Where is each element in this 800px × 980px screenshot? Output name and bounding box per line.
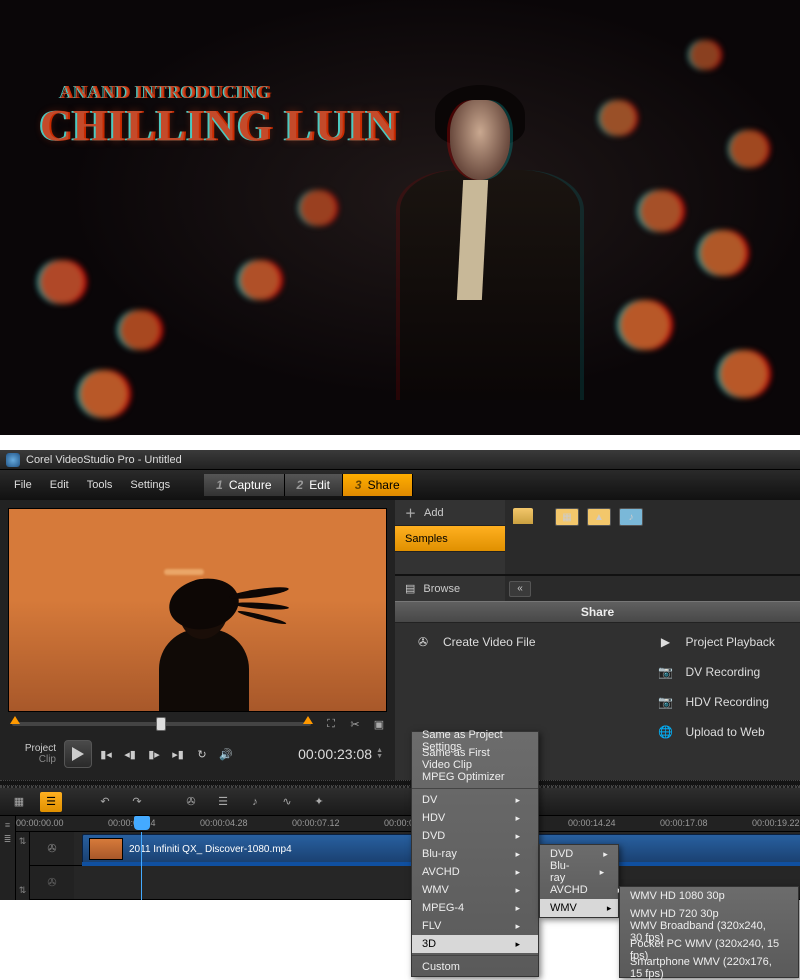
preview-panel: ⛶ ✂ ▣ Project Clip ▮◂ ◂▮ ▮▸ ▸▮ ↻ 🔊 00:00…	[0, 500, 395, 780]
create-video-menu: Same as Project Settings Same as First V…	[411, 731, 539, 977]
scrub-handle[interactable]	[156, 717, 166, 731]
step-tab-edit[interactable]: 2Edit	[285, 474, 343, 496]
filter-audio-button[interactable]: ♪	[619, 508, 643, 526]
menu-flv[interactable]: FLV▸	[412, 917, 538, 935]
movie-still: ANAND INTRODUCING CHILLING LUIN	[0, 0, 800, 435]
app-window: Corel VideoStudio Pro - Untitled File Ed…	[0, 450, 800, 900]
menu-same-first-clip[interactable]: Same as First Video Clip	[412, 750, 538, 768]
menu-bluray[interactable]: Blu-ray▸	[412, 845, 538, 863]
mark-in-icon[interactable]	[10, 716, 20, 724]
library-thumbnails: ▦ ▲ ♪	[505, 500, 800, 574]
movie-figure	[380, 80, 580, 400]
marker-button[interactable]: ✦	[308, 792, 330, 812]
menu-file[interactable]: File	[6, 475, 40, 495]
mixer-button[interactable]: ♪	[244, 792, 266, 812]
submenu-bluray[interactable]: Blu-ray▸	[540, 863, 618, 881]
storyboard-view-button[interactable]: ▦	[8, 792, 30, 812]
camera-icon: 📷	[656, 693, 676, 711]
step-tab-share[interactable]: 3Share	[343, 474, 413, 496]
playback-icon: ▶	[656, 633, 676, 651]
reel-icon: ✇	[47, 842, 56, 855]
mark-out-icon[interactable]	[303, 716, 313, 724]
menu-tools[interactable]: Tools	[79, 475, 121, 495]
globe-icon: 🌐	[656, 723, 676, 741]
preset-wmv-hd-1080[interactable]: WMV HD 1080 30p	[620, 887, 798, 905]
library-add-button[interactable]: ＋Add	[395, 500, 505, 526]
clip-thumbnail	[89, 838, 123, 860]
share-header: Share	[395, 601, 800, 623]
redo-button[interactable]: ↷	[126, 792, 148, 812]
submenu-wmv[interactable]: WMV▸	[540, 899, 618, 917]
go-end-button[interactable]: ▸▮	[168, 744, 188, 764]
timeline-view-button[interactable]: ☰	[40, 792, 62, 812]
menu-wmv[interactable]: WMV▸	[412, 881, 538, 899]
browse-icon: ▤	[405, 582, 415, 595]
snapshot-icon[interactable]: ▣	[371, 716, 387, 732]
upload-web-button[interactable]: 🌐Upload to Web	[656, 723, 775, 741]
step-tab-capture[interactable]: 1Capture	[204, 474, 284, 496]
menu-3d[interactable]: 3D▸	[412, 935, 538, 953]
track-controls: ≡ ≣	[0, 816, 16, 900]
batch-button[interactable]: ☰	[212, 792, 234, 812]
app-logo-icon	[6, 453, 20, 467]
menu-mpeg4[interactable]: MPEG-4▸	[412, 899, 538, 917]
overlay-track-label[interactable]: ✇	[30, 866, 74, 900]
add-track-icon[interactable]: ≡	[5, 820, 10, 830]
preview-frame[interactable]	[8, 508, 387, 712]
menu-edit[interactable]: Edit	[42, 475, 77, 495]
menu-settings[interactable]: Settings	[122, 475, 178, 495]
cut-icon[interactable]: ✂	[347, 716, 363, 732]
timecode-down-icon[interactable]: ▼	[376, 754, 383, 760]
video-track-label[interactable]: ✇	[30, 832, 74, 866]
repeat-button[interactable]: ↻	[192, 744, 212, 764]
library-samples-folder[interactable]: Samples	[395, 526, 505, 552]
menu-dv[interactable]: DV▸	[412, 791, 538, 809]
prev-frame-button[interactable]: ◂▮	[120, 744, 140, 764]
dv-recording-button[interactable]: 📷DV Recording	[656, 663, 775, 681]
timeline: ▦ ☰ ↶ ↷ ✇ ☰ ♪ ∿ ✦ ≡ ≣ 00:00:00.00 00:00:…	[0, 786, 800, 900]
project-clip-label[interactable]: Project Clip	[12, 743, 60, 765]
window-title: Corel VideoStudio Pro - Untitled	[26, 454, 182, 466]
filter-photo-button[interactable]: ▲	[587, 508, 611, 526]
movie-title: CHILLING LUIN	[40, 100, 399, 151]
next-frame-button[interactable]: ▮▸	[144, 744, 164, 764]
camera-icon: 📷	[656, 663, 676, 681]
create-video-file-button[interactable]: ✇ Create Video File	[413, 633, 536, 651]
lock-icon[interactable]: ⇅	[19, 836, 27, 847]
go-start-button[interactable]: ▮◂	[96, 744, 116, 764]
timeline-toolbar: ▦ ☰ ↶ ↷ ✇ ☰ ♪ ∿ ✦	[0, 786, 800, 816]
play-button[interactable]	[64, 740, 92, 768]
expand-icon[interactable]: ⛶	[323, 716, 339, 732]
record-button[interactable]: ✇	[180, 792, 202, 812]
menu-hdv[interactable]: HDV▸	[412, 809, 538, 827]
playhead-icon[interactable]	[134, 816, 150, 830]
library-browse-button[interactable]: ▤Browse	[395, 576, 505, 601]
auto-music-button[interactable]: ∿	[276, 792, 298, 812]
transport-bar: Project Clip ▮◂ ◂▮ ▮▸ ▸▮ ↻ 🔊 00:00:23:08…	[8, 736, 387, 772]
lock-icon[interactable]: ⇅	[19, 885, 27, 896]
undo-button[interactable]: ↶	[94, 792, 116, 812]
project-playback-button[interactable]: ▶Project Playback	[656, 633, 775, 651]
scrub-bar[interactable]: ⛶ ✂ ▣	[8, 712, 387, 736]
menu-avchd[interactable]: AVCHD▸	[412, 863, 538, 881]
menu-bar: File Edit Tools Settings	[0, 475, 184, 495]
filter-video-button[interactable]: ▦	[555, 508, 579, 526]
main-tabs-row: File Edit Tools Settings 1Capture 2Edit …	[0, 470, 800, 500]
hdv-recording-button[interactable]: 📷HDV Recording	[656, 693, 775, 711]
submenu-wmv-presets: WMV HD 1080 30p WMV HD 720 30p WMV Broad…	[619, 886, 799, 978]
track-options-icon[interactable]: ≣	[4, 834, 12, 845]
reel-icon: ✇	[413, 633, 433, 651]
submenu-3d: DVD▸ Blu-ray▸ AVCHD▸ WMV▸	[539, 844, 619, 918]
titlebar: Corel VideoStudio Pro - Untitled	[0, 450, 800, 470]
clip-label: 2011 Infiniti QX_ Discover-1080.mp4	[129, 844, 292, 855]
menu-custom[interactable]: Custom	[412, 958, 538, 976]
menu-dvd[interactable]: DVD▸	[412, 827, 538, 845]
collapse-button[interactable]: «	[509, 581, 531, 597]
reel-icon: ✇	[47, 876, 56, 889]
volume-button[interactable]: 🔊	[216, 744, 236, 764]
submenu-avchd[interactable]: AVCHD▸	[540, 881, 618, 899]
preset-smartphone-wmv[interactable]: Smartphone WMV (220x176, 15 fps)	[620, 959, 798, 977]
timecode-display[interactable]: 00:00:23:08 ▲▼	[298, 746, 383, 762]
folder-icon[interactable]	[513, 508, 533, 524]
